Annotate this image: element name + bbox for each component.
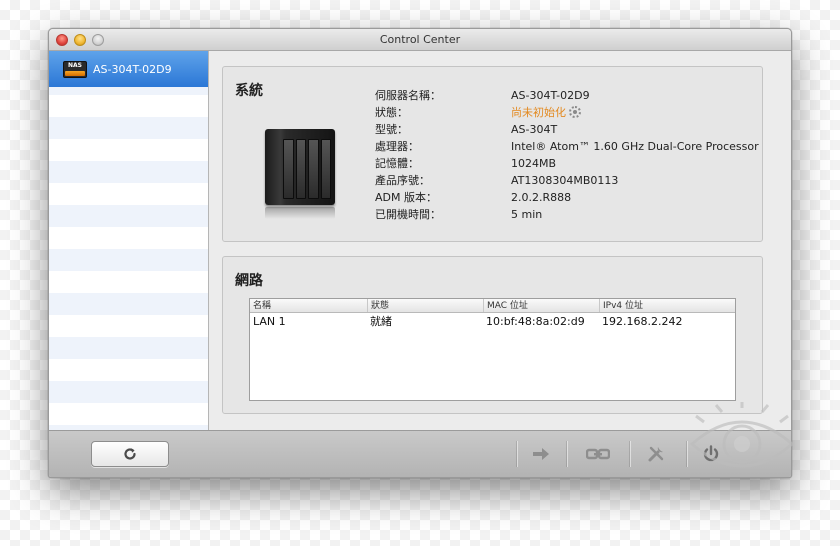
processor-label: 處理器： xyxy=(375,140,419,153)
info-row-uptime: 已開機時間： 5 min xyxy=(375,206,775,223)
status-value-wrap: 尚未初始化 xyxy=(511,104,581,121)
arrow-right-icon xyxy=(533,448,549,460)
nas-device-image xyxy=(265,129,335,219)
system-section-title: 系統 xyxy=(235,83,263,99)
memory-label: 記憶體： xyxy=(375,157,419,170)
table-row[interactable]: LAN 1 就緒 10:bf:48:8a:02:d9 192.168.2.242 xyxy=(250,313,735,331)
gear-icon[interactable] xyxy=(569,106,581,118)
memory-value: 1024MB xyxy=(511,157,557,170)
sidebar-item-label: AS-304T-02D9 xyxy=(93,62,172,76)
cell-ipv4: 192.168.2.242 xyxy=(602,315,683,328)
network-table-header: 名稱 狀態 MAC 位址 IPv4 位址 xyxy=(250,299,735,313)
bottom-toolbar xyxy=(49,430,791,477)
serial-label: 產品序號： xyxy=(375,174,430,187)
info-row-serial: 產品序號： AT1308304MB0113 xyxy=(375,172,775,189)
info-row-processor: 處理器： Intel® Atom™ 1.60 GHz Dual-Core Pro… xyxy=(375,138,775,155)
info-row-memory: 記憶體： 1024MB xyxy=(375,155,775,172)
processor-value: Intel® Atom™ 1.60 GHz Dual-Core Processo… xyxy=(511,140,759,153)
connect-button[interactable] xyxy=(521,440,561,468)
sidebar-item-as-304t-02d9[interactable]: NAS AS-304T-02D9 xyxy=(49,51,208,87)
network-panel: 網路 名稱 狀態 MAC 位址 IPv4 位址 LAN 1 就緒 10:bf:4… xyxy=(222,256,763,414)
toolbar-separator xyxy=(629,441,630,467)
tools-icon xyxy=(648,446,664,462)
toolbar-separator xyxy=(516,441,517,467)
model-label: 型號： xyxy=(375,123,408,136)
nas-badge-text: NAS xyxy=(68,61,82,69)
refresh-icon xyxy=(124,448,136,460)
info-row-status: 狀態： 尚未初始化 xyxy=(375,104,775,121)
uptime-label: 已開機時間： xyxy=(375,208,441,221)
device-sidebar: NAS AS-304T-02D9 xyxy=(49,51,209,432)
network-table[interactable]: 名稱 狀態 MAC 位址 IPv4 位址 LAN 1 就緒 10:bf:48:8… xyxy=(249,298,736,401)
info-row-model: 型號： AS-304T xyxy=(375,121,775,138)
cell-mac: 10:bf:48:8a:02:d9 xyxy=(486,315,585,328)
column-header-mac[interactable]: MAC 位址 xyxy=(483,299,600,312)
system-panel: 系統 伺服器名稱： AS-304T-02D9 狀態： 尚未初始化 型號： AS-… xyxy=(222,66,763,242)
network-section-title: 網路 xyxy=(235,273,263,289)
info-row-adm-version: ADM 版本： 2.0.2.R888 xyxy=(375,189,775,206)
uptime-value: 5 min xyxy=(511,208,543,221)
refresh-button[interactable] xyxy=(91,441,169,467)
control-center-window: Control Center NAS AS-304T-02D9 系統 伺服器名稱… xyxy=(48,28,792,478)
status-value: 尚未初始化 xyxy=(511,106,566,119)
serial-value: AT1308304MB0113 xyxy=(511,174,619,187)
adm-version-value: 2.0.2.R888 xyxy=(511,191,572,204)
window-title: Control Center xyxy=(379,33,461,46)
info-row-server-name: 伺服器名稱： AS-304T-02D9 xyxy=(375,87,775,104)
link-icon xyxy=(586,448,610,460)
settings-button[interactable] xyxy=(636,440,676,468)
system-info-list: 伺服器名稱： AS-304T-02D9 狀態： 尚未初始化 型號： AS-304… xyxy=(375,87,775,223)
cell-name: LAN 1 xyxy=(253,315,286,328)
title-bar[interactable]: Control Center xyxy=(49,29,791,51)
server-name-value: AS-304T-02D9 xyxy=(511,89,590,102)
adm-version-label: ADM 版本： xyxy=(375,191,437,204)
cell-status: 就緒 xyxy=(370,315,392,328)
column-header-status[interactable]: 狀態 xyxy=(367,299,484,312)
status-label: 狀態： xyxy=(375,106,408,119)
column-header-ipv4[interactable]: IPv4 位址 xyxy=(599,299,739,312)
toolbar-separator xyxy=(566,441,567,467)
model-value: AS-304T xyxy=(511,123,558,136)
eye-watermark-icon xyxy=(689,402,795,468)
nas-icon: NAS xyxy=(63,60,87,78)
map-drive-button[interactable] xyxy=(578,440,618,468)
server-name-label: 伺服器名稱： xyxy=(375,89,441,102)
main-content: 系統 伺服器名稱： AS-304T-02D9 狀態： 尚未初始化 型號： AS-… xyxy=(210,51,791,432)
column-header-name[interactable]: 名稱 xyxy=(250,299,367,312)
